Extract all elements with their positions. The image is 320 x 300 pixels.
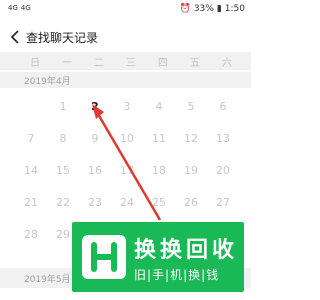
nav-bar: 查找聊天记录 <box>0 22 251 52</box>
page-title: 查找聊天记录 <box>26 31 99 45</box>
calendar-day: 1 <box>59 100 67 113</box>
battery-level: 33% <box>193 4 214 14</box>
calendar-day: 4 <box>155 100 163 113</box>
month-header: 2019年4月 <box>0 72 251 88</box>
status-right: ⏰ 33% ▮ 1:50 <box>180 4 245 14</box>
calendar-day: 3 <box>123 100 131 113</box>
month-label: 2019年4月 <box>24 77 71 87</box>
weekday-label: 三 <box>126 58 136 69</box>
calendar-day: 9 <box>91 132 99 145</box>
calendar-day-selected[interactable]: 2 <box>83 100 107 116</box>
alarm-icon: ⏰ <box>179 4 191 14</box>
weekday-label: 二 <box>94 58 104 69</box>
calendar-day: 22 <box>56 196 70 209</box>
calendar-day: 14 <box>24 164 38 177</box>
calendar-day: 25 <box>152 196 166 209</box>
calendar-day: 16 <box>88 164 102 177</box>
back-arrow-icon[interactable] <box>8 29 22 45</box>
weekday-header: 日 一 二 三 四 五 六 <box>0 52 251 70</box>
calendar-day: 26 <box>184 196 198 209</box>
calendar-day: 24 <box>120 196 134 209</box>
calendar-day: 12 <box>184 132 198 145</box>
calendar-day: 23 <box>88 196 102 209</box>
calendar-day: 21 <box>24 196 38 209</box>
logo-icon <box>82 235 126 279</box>
calendar-day: 8 <box>59 132 67 145</box>
status-left: 4G 4G <box>8 4 31 13</box>
status-bar: 4G 4G ⏰ 33% ▮ 1:50 <box>0 0 251 22</box>
calendar-day: 11 <box>152 132 166 145</box>
weekday-label: 六 <box>222 58 232 69</box>
calendar-day: 18 <box>152 164 166 177</box>
watermark-subtitle: 旧|手|机|换|钱 <box>134 268 220 282</box>
watermark-title: 换换回收 <box>134 238 239 263</box>
calendar-day: 6 <box>219 100 227 113</box>
signal-icon-2: 4G <box>20 4 31 12</box>
calendar-day: 17 <box>120 164 134 177</box>
calendar-day: 15 <box>56 164 70 177</box>
battery-icon: ▮ <box>216 4 222 14</box>
next-month-label: 2019年5月 <box>24 275 71 285</box>
weekday-label: 一 <box>62 58 72 69</box>
calendar-day: 10 <box>120 132 134 145</box>
weekday-label: 日 <box>30 58 40 69</box>
clock: 1:50 <box>224 4 245 14</box>
calendar-day: 20 <box>216 164 230 177</box>
weekday-label: 四 <box>158 58 168 69</box>
calendar-day: 27 <box>216 196 230 209</box>
calendar-day: 5 <box>187 100 195 113</box>
calendar-day: 19 <box>184 164 198 177</box>
calendar-day: 7 <box>27 132 35 145</box>
signal-icon: 4G <box>8 4 18 12</box>
calendar-day: 13 <box>216 132 230 145</box>
weekday-label: 五 <box>190 58 200 69</box>
calendar-day: 28 <box>24 228 38 241</box>
watermark-logo: 换换回收 旧|手|机|换|钱 <box>72 222 244 292</box>
